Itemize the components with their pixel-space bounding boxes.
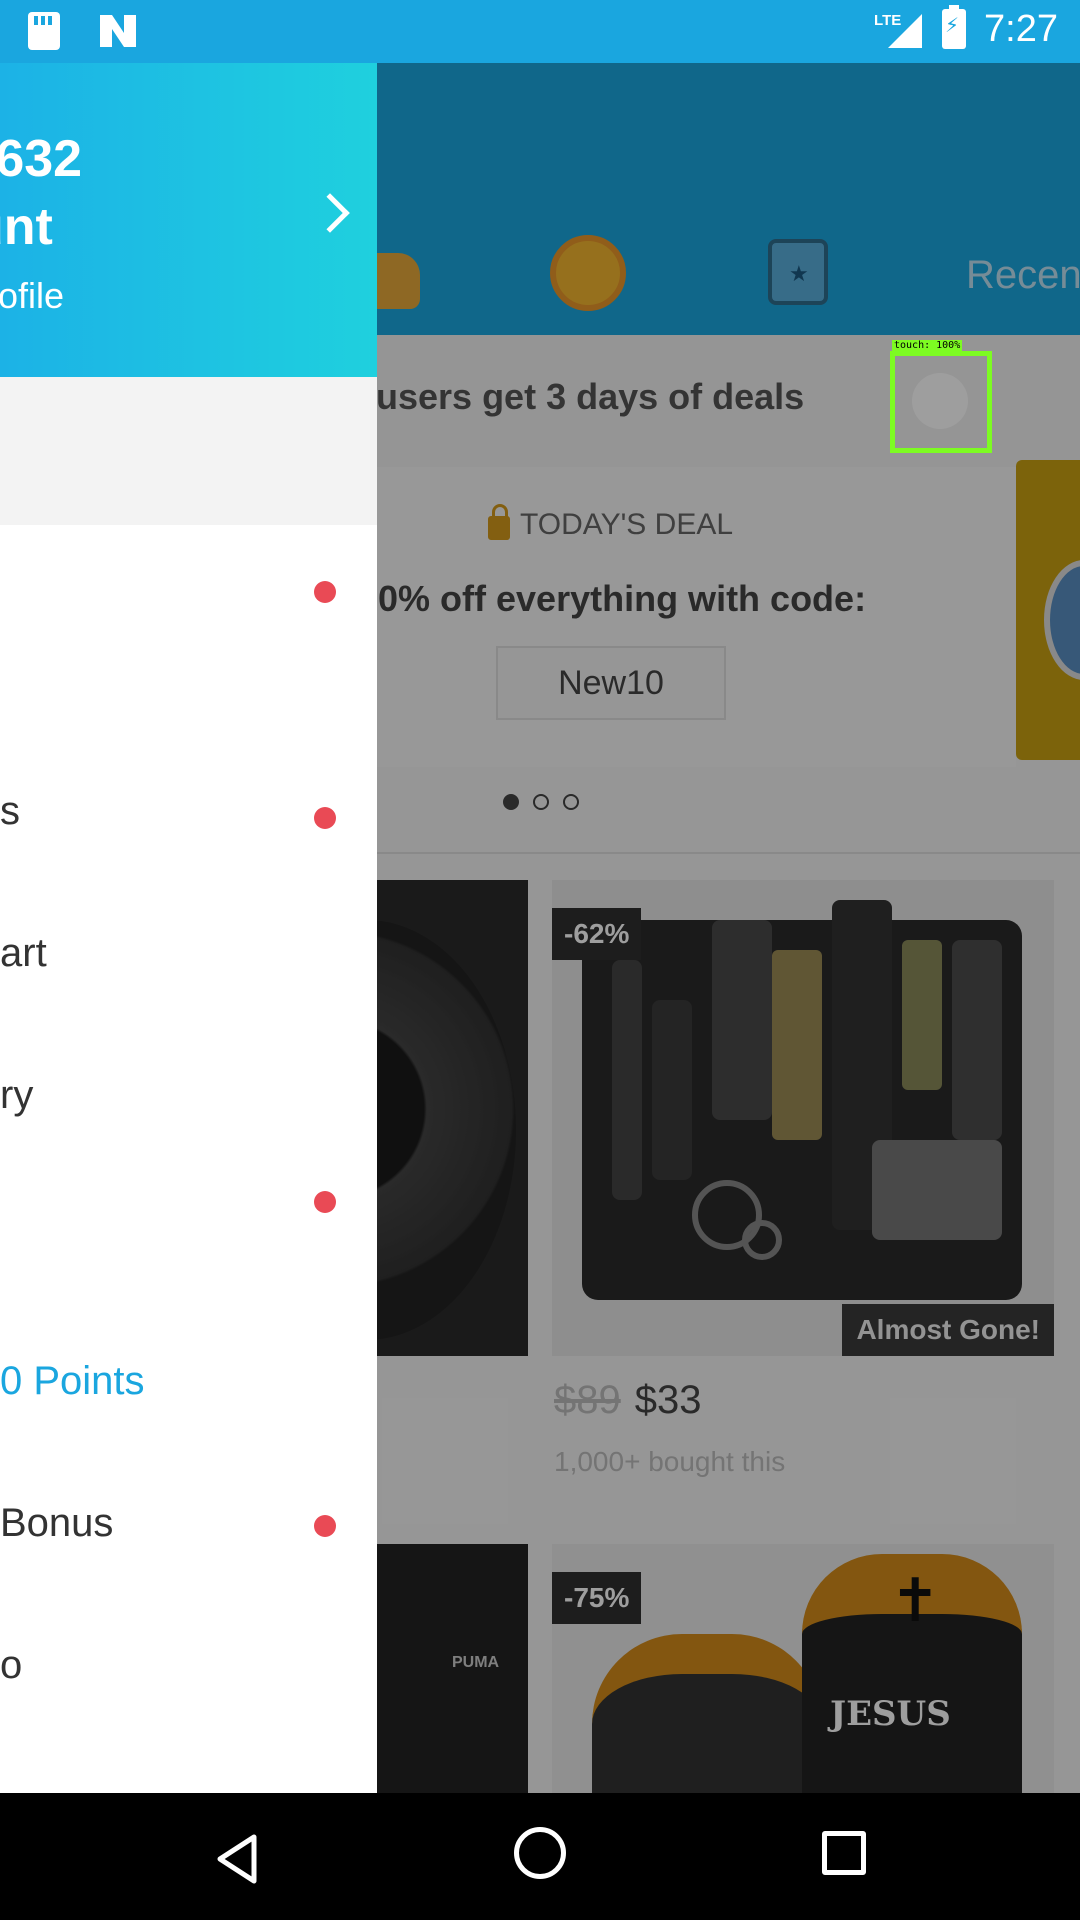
drawer-item-label: Bonus [0, 1501, 114, 1545]
drawer-item-1[interactable] [0, 525, 377, 625]
drawer-item-2[interactable] [0, 665, 377, 765]
drawer-item-label: ry [0, 1073, 34, 1117]
clock: 7:27 [984, 7, 1058, 50]
touch-indicator [890, 351, 992, 453]
drawer-item-points[interactable]: 0 Points [0, 1331, 377, 1431]
signal-icon: LTE [874, 6, 924, 52]
back-icon[interactable] [214, 1833, 260, 1890]
drawer-item-bonus[interactable]: Bonus [0, 1473, 377, 1573]
drawer-item-label: s [0, 789, 20, 833]
drawer-item-history[interactable]: ry [0, 1045, 377, 1145]
drawer-item-cart[interactable]: art [0, 903, 377, 1003]
drawer-item-label: art [0, 931, 47, 975]
chevron-right-icon[interactable] [310, 193, 350, 233]
notification-dot [314, 1515, 336, 1537]
account-title: unt [0, 198, 53, 256]
n-notification-icon [98, 13, 138, 49]
drawer-item-label: o [0, 1643, 23, 1687]
touch-indicator-label: touch: 100% [892, 340, 963, 351]
notification-dot [314, 807, 336, 829]
notification-dot [314, 581, 336, 603]
home-icon[interactable] [514, 1827, 566, 1879]
account-id: -632 [0, 130, 83, 188]
drawer-spacer [0, 377, 377, 525]
drawer-item-3[interactable]: s [0, 761, 377, 861]
drawer-item-9[interactable]: o [0, 1615, 377, 1715]
notification-dot [314, 1191, 336, 1213]
recents-icon[interactable] [822, 1831, 866, 1875]
sd-card-icon [28, 12, 60, 50]
drawer-item-label: 0 Points [0, 1359, 145, 1403]
navigation-drawer: -632 unt rofile s art ry 0 Points [0, 63, 377, 1793]
status-bar: LTE 7:27 [0, 0, 1080, 63]
drawer-item-6[interactable] [0, 1147, 377, 1247]
drawer-account-header[interactable]: -632 unt rofile [0, 63, 377, 377]
status-right-icons: LTE 7:27 [874, 5, 1058, 52]
system-nav-bar [0, 1793, 1080, 1920]
profile-link[interactable]: rofile [0, 275, 64, 317]
battery-charging-icon [942, 5, 967, 49]
status-left-icons [28, 12, 138, 50]
